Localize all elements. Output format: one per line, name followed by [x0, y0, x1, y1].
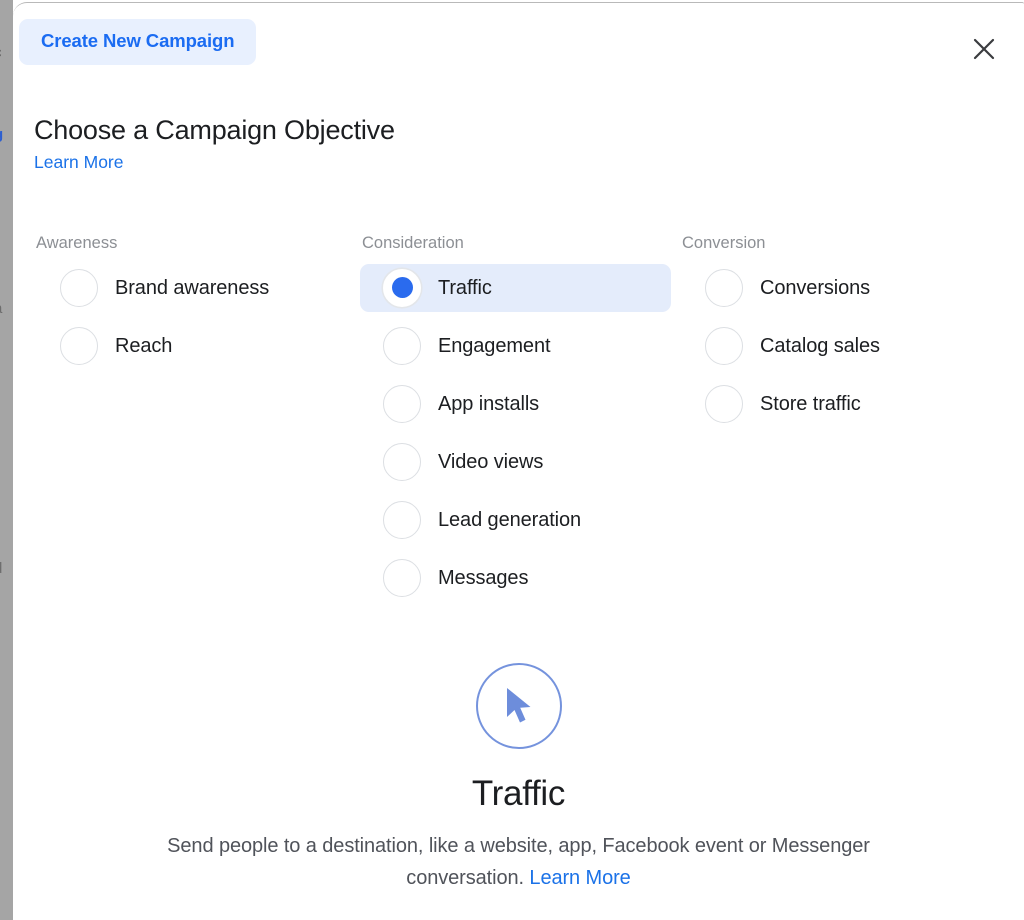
background-fragment-3: a	[0, 300, 2, 317]
preview-title: Traffic	[471, 774, 566, 813]
modal-header: Create New Campaign	[13, 3, 1024, 95]
preview-description: Send people to a destination, like a web…	[154, 830, 884, 894]
objective-option-engagement[interactable]: Engagement	[360, 322, 671, 370]
objective-option-video-views[interactable]: Video views	[360, 438, 671, 486]
radio-icon-video-views[interactable]	[383, 442, 421, 481]
learn-more-link-description[interactable]: Learn More	[529, 867, 630, 889]
column-header-awareness: Awareness	[36, 234, 118, 252]
radio-icon-app-installs[interactable]	[383, 384, 421, 423]
objective-label-messages: Messages	[438, 566, 529, 589]
objective-option-app-installs[interactable]: App installs	[360, 380, 671, 428]
objective-option-store-traffic[interactable]: Store traffic	[680, 380, 991, 428]
preview-description-text: Send people to a destination, like a web…	[167, 834, 870, 889]
radio-icon-engagement[interactable]	[383, 326, 421, 365]
objective-column-awareness: Awareness Brand awareness Reach	[13, 235, 360, 612]
cursor-arrow-icon	[475, 663, 562, 749]
objective-label-conversions: Conversions	[760, 276, 871, 299]
objective-option-conversions[interactable]: Conversions	[680, 264, 991, 312]
radio-icon-messages[interactable]	[383, 558, 421, 597]
objective-option-messages[interactable]: Messages	[360, 554, 671, 602]
radio-icon-brand-awareness[interactable]	[60, 268, 98, 307]
objective-label-catalog-sales: Catalog sales	[760, 334, 880, 357]
objective-option-catalog-sales[interactable]: Catalog sales	[680, 322, 991, 370]
column-header-consideration: Consideration	[362, 234, 464, 252]
title-block: Choose a Campaign Objective Learn More	[34, 114, 395, 173]
objective-label-traffic: Traffic	[438, 276, 492, 299]
objective-label-engagement: Engagement	[438, 334, 551, 357]
objective-columns: Awareness Brand awareness Reach Consider…	[13, 235, 1024, 612]
radio-icon-store-traffic[interactable]	[705, 384, 743, 423]
objective-option-reach[interactable]: Reach	[34, 322, 345, 370]
radio-icon-lead-generation[interactable]	[383, 500, 421, 539]
background-fragment-4: d	[0, 560, 2, 577]
create-campaign-modal: Create New Campaign Choose a Campaign Ob…	[13, 2, 1024, 920]
objective-column-consideration: Consideration Traffic Engagement App ins…	[360, 235, 680, 612]
objective-column-conversion: Conversion Conversions Catalog sales Sto…	[680, 235, 1024, 612]
objective-label-video-views: Video views	[438, 450, 544, 473]
objective-label-reach: Reach	[115, 334, 173, 357]
page-title: Choose a Campaign Objective	[34, 115, 395, 145]
objective-label-store-traffic: Store traffic	[760, 392, 861, 415]
radio-icon-catalog-sales[interactable]	[705, 326, 743, 365]
objective-label-app-installs: App installs	[438, 392, 540, 415]
objective-label-lead-generation: Lead generation	[438, 508, 582, 531]
objective-option-brand-awareness[interactable]: Brand awareness	[34, 264, 345, 312]
background-fragment-1: c	[0, 44, 2, 61]
close-icon[interactable]	[967, 32, 1001, 66]
objective-option-traffic[interactable]: Traffic	[360, 263, 671, 312]
objective-option-lead-generation[interactable]: Lead generation	[360, 496, 671, 544]
radio-icon-reach[interactable]	[60, 326, 98, 365]
objective-label-brand-awareness: Brand awareness	[115, 276, 270, 299]
objective-preview: Traffic Send people to a destination, li…	[13, 663, 1024, 894]
create-new-campaign-chip[interactable]: Create New Campaign	[19, 19, 257, 65]
background-page-strip: c g a d	[0, 0, 13, 920]
column-header-conversion: Conversion	[682, 234, 766, 252]
background-fragment-2: g	[0, 126, 3, 143]
learn-more-link-top[interactable]: Learn More	[34, 152, 124, 173]
radio-icon-conversions[interactable]	[705, 268, 743, 307]
radio-icon-traffic[interactable]	[383, 268, 421, 307]
